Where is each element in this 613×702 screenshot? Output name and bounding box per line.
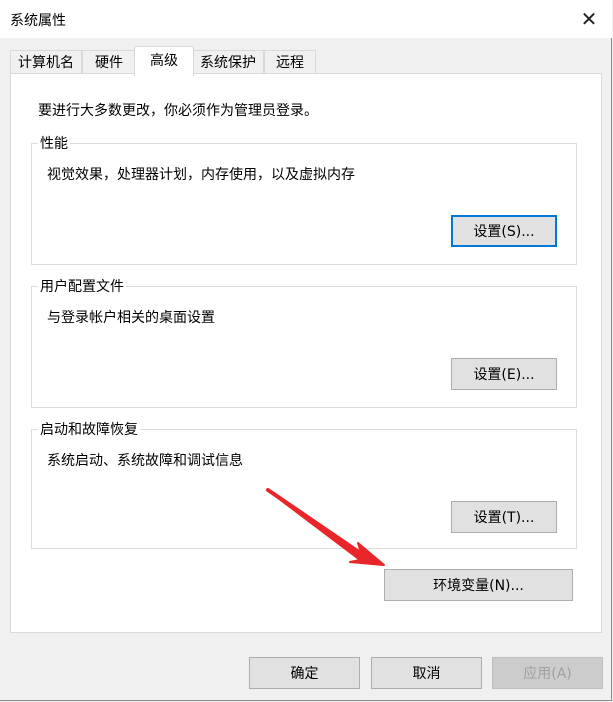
environment-variables-button[interactable]: 环境变量(N)... <box>384 569 573 601</box>
system-properties-window: 系统属性 ✕ 计算机名 硬件 高级 系统保护 远程 要进行大多数更改，你必须作为… <box>0 0 612 701</box>
tab-hardware[interactable]: 硬件 <box>82 50 136 74</box>
admin-note: 要进行大多数更改，你必须作为管理员登录。 <box>38 103 318 119</box>
ok-button[interactable]: 确定 <box>249 657 360 689</box>
user-profile-group: 用户配置文件 与登录帐户相关的桌面设置 设置(E)... <box>31 276 577 408</box>
startup-recovery-settings-button[interactable]: 设置(T)... <box>451 501 557 533</box>
user-profile-title: 用户配置文件 <box>38 276 126 296</box>
title-bar: 系统属性 ✕ <box>0 0 612 38</box>
cancel-button[interactable]: 取消 <box>371 657 482 689</box>
user-profile-settings-button[interactable]: 设置(E)... <box>451 358 557 390</box>
performance-title: 性能 <box>38 133 70 153</box>
close-icon[interactable]: ✕ <box>566 0 612 38</box>
tab-system-protection[interactable]: 系统保护 <box>192 50 264 74</box>
advanced-panel: 要进行大多数更改，你必须作为管理员登录。 性能 视觉效果，处理器计划，内存使用，… <box>10 73 602 633</box>
tab-computer-name[interactable]: 计算机名 <box>10 50 82 74</box>
apply-button[interactable]: 应用(A) <box>492 657 603 689</box>
tab-advanced[interactable]: 高级 <box>134 46 194 76</box>
startup-recovery-title: 启动和故障恢复 <box>38 419 140 439</box>
performance-group: 性能 视觉效果，处理器计划，内存使用，以及虚拟内存 设置(S)... <box>31 133 577 265</box>
window-title: 系统属性 <box>10 13 66 29</box>
startup-recovery-desc: 系统启动、系统故障和调试信息 <box>47 453 243 469</box>
tab-remote[interactable]: 远程 <box>264 50 316 74</box>
user-profile-desc: 与登录帐户相关的桌面设置 <box>47 310 215 326</box>
startup-recovery-group: 启动和故障恢复 系统启动、系统故障和调试信息 设置(T)... <box>31 419 577 549</box>
performance-desc: 视觉效果，处理器计划，内存使用，以及虚拟内存 <box>47 167 355 183</box>
performance-settings-button[interactable]: 设置(S)... <box>451 215 557 247</box>
